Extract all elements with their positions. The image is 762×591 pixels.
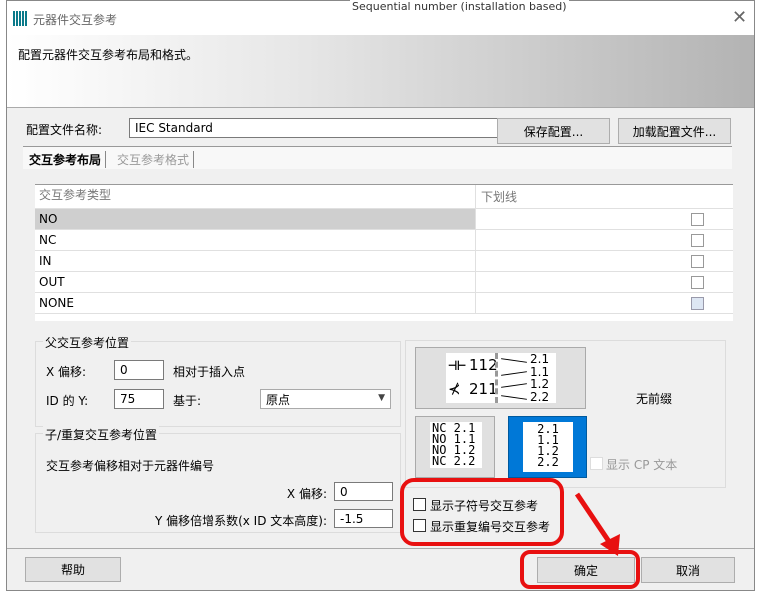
parent-group-title: 父交互参考位置 — [43, 334, 132, 351]
show-cp-label: 显示 CP 文本 — [606, 458, 678, 472]
table-row[interactable]: NC — [35, 230, 733, 251]
underline-checkbox[interactable] — [691, 234, 704, 247]
save-config-button[interactable]: 保存配置... — [497, 118, 610, 144]
column-header-underline[interactable]: 下划线 — [481, 188, 517, 205]
dialog-description: 配置元器件交互参考布局和格式。 — [18, 48, 199, 62]
help-button[interactable]: 帮助 — [25, 557, 121, 582]
type-cell: NC — [35, 230, 476, 250]
cross-reference-dialog: 元器件交互参考 ✕ 配置元器件交互参考布局和格式。 配置文件名称: IEC St… — [6, 0, 755, 591]
plain-preview: 2.1 1.1 1.2 2.2 — [523, 422, 573, 472]
contact-line-icon — [501, 371, 527, 376]
close-icon[interactable]: ✕ — [732, 7, 747, 28]
tab-format[interactable]: 交互参考格式 — [117, 151, 195, 168]
separator — [495, 353, 498, 403]
footer-divider — [7, 548, 754, 549]
child-description: 交互参考偏移相对于元器件编号 — [46, 459, 215, 473]
table-row[interactable]: IN — [35, 251, 733, 272]
column-header-type[interactable]: 交互参考类型 — [35, 185, 476, 208]
child-y-label: Y 偏移倍增系数(x ID 文本高度): — [154, 514, 327, 528]
table-row[interactable]: NONE — [35, 293, 733, 314]
relative-label: 相对于插入点 — [173, 365, 246, 379]
app-icon — [13, 11, 28, 26]
contact-symbol-preview: ⊣⊢ 112 ⊀ 211 2.1 1.1 1.2 2.2 — [446, 353, 556, 403]
contact-line-icon — [501, 358, 527, 363]
underline-checkbox[interactable] — [691, 297, 704, 310]
tab-strip: 交互参考布局 交互参考格式 — [23, 146, 732, 169]
type-cell: NONE — [35, 293, 476, 313]
profile-label: 配置文件名称: — [26, 123, 103, 137]
contact-numbers: 2.1 1.1 1.2 2.2 — [530, 352, 550, 404]
arrow-icon — [574, 492, 620, 556]
window-title: 元器件交互参考 — [33, 13, 118, 27]
underline-checkbox[interactable] — [691, 255, 704, 268]
reference-type-table: 交互参考类型 下划线 NO NC IN OUT NONE — [35, 184, 733, 321]
child-x-label: X 偏移: — [286, 487, 327, 501]
type-cell: OUT — [35, 272, 476, 292]
table-row[interactable]: NO — [35, 209, 733, 230]
child-x-input[interactable]: 0 — [334, 482, 393, 501]
contact-line-icon — [501, 395, 527, 400]
parent-y-label: ID 的 Y: — [46, 394, 89, 408]
base-label: 基于: — [173, 394, 202, 408]
highlight-options-annotation — [400, 478, 564, 546]
parent-y-input[interactable]: 75 — [114, 389, 164, 409]
show-cp-checkbox[interactable] — [590, 457, 603, 470]
underline-checkbox[interactable] — [691, 276, 704, 289]
base-select[interactable]: 原点 ▼ — [260, 389, 391, 409]
parent-x-label: X 偏移: — [46, 365, 87, 379]
cancel-button[interactable]: 取消 — [641, 557, 735, 583]
load-config-button[interactable]: 加载配置文件... — [618, 118, 731, 144]
child-y-input[interactable]: -1.5 — [334, 509, 393, 528]
parent-position-group — [35, 341, 401, 427]
contact-style-option[interactable]: ⊣⊢ 112 ⊀ 211 2.1 1.1 1.2 2.2 — [415, 347, 586, 409]
symbol-number: 211 — [469, 380, 498, 398]
base-select-value: 原点 — [266, 392, 291, 407]
type-cell: NO — [35, 209, 476, 229]
prefixed-format-option[interactable]: NC 2.1 NO 1.1 NO 1.2 NC 2.2 — [415, 416, 495, 478]
nc-symbol-icon: ⊣⊢ — [448, 356, 467, 374]
child-group-title: 子/重复交互参考位置 — [43, 426, 160, 443]
parent-x-input[interactable]: 0 — [114, 360, 164, 380]
no-prefix-label: 无前缀 — [636, 392, 673, 406]
background-window-text: Sequential number (installation based) — [350, 0, 569, 13]
prefixed-preview: NC 2.1 NO 1.1 NO 1.2 NC 2.2 — [430, 422, 482, 468]
symbol-number: 112 — [469, 356, 498, 374]
plain-format-option-selected[interactable]: 2.1 1.1 1.2 2.2 — [508, 416, 587, 478]
tab-layout[interactable]: 交互参考布局 — [29, 151, 107, 168]
type-cell: IN — [35, 251, 476, 271]
contact-line-icon — [501, 383, 527, 388]
chevron-down-icon: ▼ — [378, 393, 385, 403]
table-row[interactable]: OUT — [35, 272, 733, 293]
profile-name-input[interactable]: IEC Standard — [129, 118, 499, 138]
underline-checkbox[interactable] — [691, 213, 704, 226]
header-banner: 配置元器件交互参考布局和格式。 — [7, 35, 754, 108]
no-symbol-icon: ⊀ — [448, 380, 461, 398]
